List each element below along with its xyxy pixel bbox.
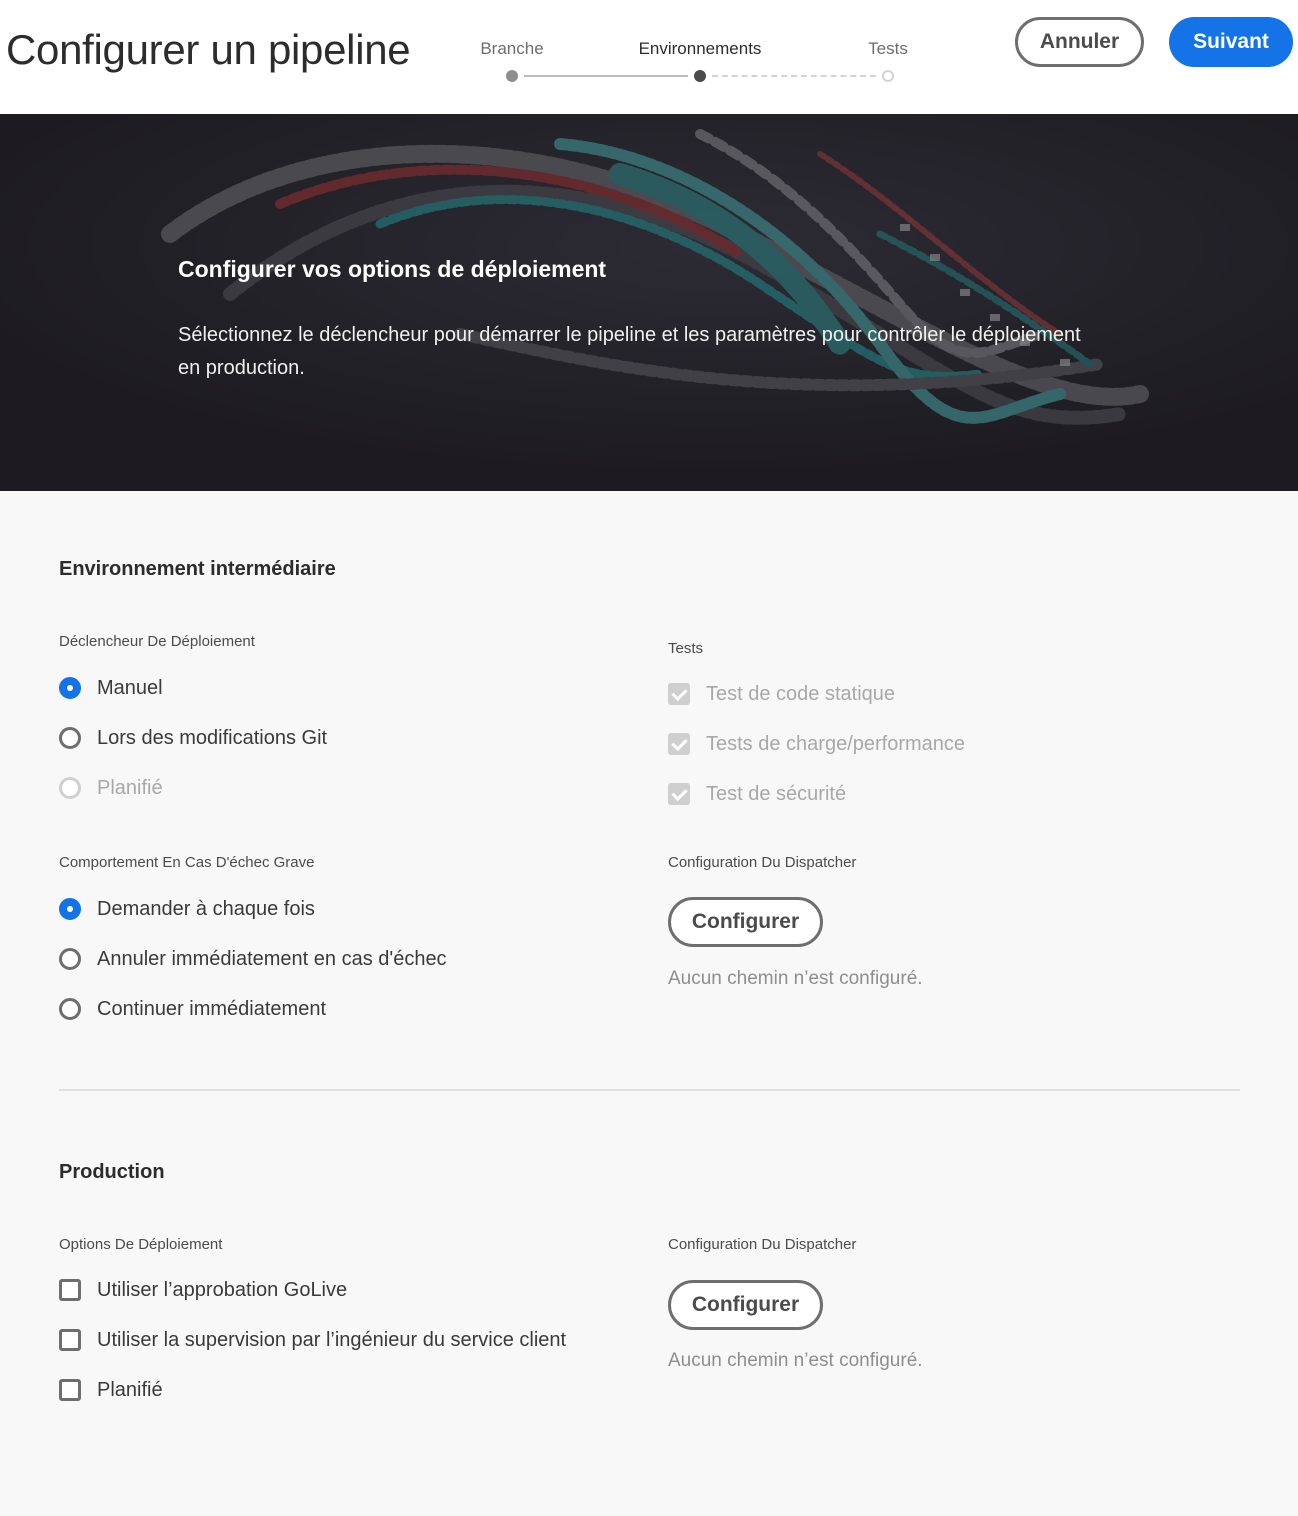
golive-approval-label: Utiliser l’approbation GoLive	[97, 1278, 348, 1301]
checkbox-checked-disabled-icon	[668, 783, 690, 805]
failure-continue-label: Continuer immédiatement	[97, 997, 326, 1020]
failure-cancel-option[interactable]: Annuler immédiatement en cas d'échec	[59, 944, 447, 974]
staging-section-title: Environnement intermédiaire	[59, 558, 336, 580]
hero-banner: Configurer vos options de déploiement Sé…	[0, 114, 1298, 491]
radio-unchecked-icon[interactable]	[59, 727, 81, 749]
checkbox-unchecked-icon[interactable]	[59, 1279, 81, 1301]
banner-description: Sélectionnez le déclencheur pour démarre…	[178, 324, 1081, 379]
checkbox-checked-disabled-icon	[668, 683, 690, 705]
trigger-git-option[interactable]: Lors des modifications Git	[59, 723, 327, 753]
radio-checked-icon[interactable]	[59, 898, 81, 920]
failure-ask-option[interactable]: Demander à chaque fois	[59, 894, 315, 924]
banner-title: Configurer vos options de déploiement	[178, 256, 607, 282]
production-scheduled-option[interactable]: Planifié	[59, 1375, 163, 1405]
page-header: Configurer un pipeline Branche Environne…	[0, 0, 1298, 114]
production-dispatcher-empty-note: Aucun chemin n’est configuré.	[668, 1350, 923, 1371]
staging-dispatcher-configure-button[interactable]: Configurer	[668, 897, 823, 947]
checkbox-unchecked-icon[interactable]	[59, 1379, 81, 1401]
step-environnements-label[interactable]: Environnements	[639, 39, 762, 59]
trigger-git-label: Lors des modifications Git	[97, 726, 328, 749]
step-branche-dot[interactable]	[506, 70, 518, 82]
trigger-scheduled-label: Planifié	[97, 776, 163, 799]
staging-dispatcher-empty-note: Aucun chemin n’est configuré.	[668, 968, 923, 989]
step-connector-done	[524, 75, 688, 77]
trigger-scheduled-option: Planifié	[59, 773, 163, 803]
production-section-title: Production	[59, 1161, 165, 1183]
radio-disabled-icon	[59, 777, 81, 799]
deploy-trigger-label: Déclencheur De Déploiement	[59, 633, 255, 650]
test-load-performance-label: Tests de charge/performance	[706, 732, 966, 755]
cse-oversight-option[interactable]: Utiliser la supervision par l’ingénieur …	[59, 1325, 566, 1355]
test-static-code-label: Test de code statique	[706, 682, 896, 705]
radio-checked-icon[interactable]	[59, 677, 81, 699]
step-tests-label[interactable]: Tests	[868, 39, 908, 59]
next-button[interactable]: Suivant	[1169, 17, 1293, 67]
step-environnements-dot[interactable]	[694, 70, 706, 82]
production-dispatcher-configure-button[interactable]: Configurer	[668, 1280, 823, 1330]
trigger-manual-option[interactable]: Manuel	[59, 673, 163, 703]
staging-dispatcher-label: Configuration Du Dispatcher	[668, 854, 857, 871]
test-static-code-option: Test de code statique	[668, 679, 895, 709]
tests-label: Tests	[668, 640, 704, 657]
test-security-label: Test de sécurité	[706, 782, 847, 805]
golive-approval-option[interactable]: Utiliser l’approbation GoLive	[59, 1275, 347, 1305]
banner-background-graphic	[0, 114, 1298, 491]
failure-ask-label: Demander à chaque fois	[97, 897, 315, 920]
checkbox-unchecked-icon[interactable]	[59, 1329, 81, 1351]
step-branche-label[interactable]: Branche	[480, 39, 543, 59]
test-security-option: Test de sécurité	[668, 779, 846, 809]
deploy-options-label: Options De Déploiement	[59, 1236, 223, 1253]
test-load-performance-option: Tests de charge/performance	[668, 729, 965, 759]
checkbox-checked-disabled-icon	[668, 733, 690, 755]
cancel-button[interactable]: Annuler	[1015, 17, 1144, 67]
production-scheduled-label: Planifié	[97, 1378, 163, 1401]
failure-behavior-label: Comportement En Cas D'échec Grave	[59, 854, 315, 871]
step-tests-dot[interactable]	[882, 70, 894, 82]
step-connector-todo	[712, 75, 876, 77]
section-divider	[59, 1089, 1240, 1091]
wizard-stepper: Branche Environnements Tests	[440, 0, 940, 114]
trigger-manual-label: Manuel	[97, 676, 163, 699]
failure-continue-option[interactable]: Continuer immédiatement	[59, 994, 326, 1024]
failure-cancel-label: Annuler immédiatement en cas d'échec	[97, 947, 447, 970]
radio-unchecked-icon[interactable]	[59, 998, 81, 1020]
production-dispatcher-label: Configuration Du Dispatcher	[668, 1236, 857, 1253]
page-title: Configurer un pipeline	[6, 26, 411, 73]
cse-oversight-label: Utiliser la supervision par l’ingénieur …	[97, 1328, 567, 1351]
radio-unchecked-icon[interactable]	[59, 948, 81, 970]
